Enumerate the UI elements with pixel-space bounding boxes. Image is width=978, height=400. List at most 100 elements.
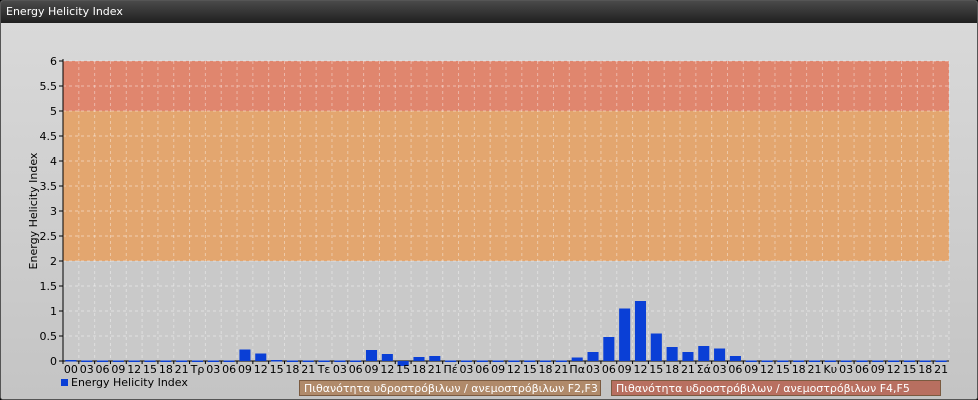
bar <box>571 357 583 361</box>
bar <box>682 352 694 361</box>
bar <box>603 337 615 361</box>
bar <box>872 360 884 362</box>
bar <box>97 360 109 362</box>
bar <box>128 360 140 362</box>
bar <box>176 360 188 362</box>
x-tick-label: 12 <box>254 363 268 376</box>
x-tick-label: 03 <box>586 363 600 376</box>
chart-window: Energy Helicity Index 0 0.5 1 1.5 2 2.5 3 3.5 4 4… <box>0 0 978 400</box>
y-axis-label: Energy Helicity Index <box>27 152 40 269</box>
x-tick-label: 21 <box>554 363 568 376</box>
bar <box>729 356 741 361</box>
bar <box>334 360 346 362</box>
bar <box>698 346 710 361</box>
y-tick-label: 5 <box>50 105 57 118</box>
bar <box>413 357 425 361</box>
x-tick-label: Σά <box>697 363 711 376</box>
x-tick-label: 09 <box>744 363 758 376</box>
bar <box>903 360 915 362</box>
y-tick-label: 0 <box>50 355 57 368</box>
x-tick-label: 09 <box>238 363 252 376</box>
y-tick-label: 1.5 <box>40 280 58 293</box>
x-tick-label: 18 <box>285 363 299 376</box>
x-tick-label: 15 <box>902 363 916 376</box>
x-tick-label: 03 <box>713 363 727 376</box>
x-tick-label: 18 <box>792 363 806 376</box>
legend[interactable]: Energy Helicity Index <box>61 376 188 389</box>
y-tick-label: 1 <box>50 305 57 318</box>
bar <box>112 360 124 362</box>
bar <box>745 360 757 362</box>
bar <box>223 360 235 362</box>
bar <box>619 308 631 361</box>
bar <box>160 360 172 362</box>
bar <box>381 354 393 361</box>
legend-swatch <box>61 379 68 386</box>
x-tick-label: 21 <box>301 363 315 376</box>
bar <box>840 360 852 362</box>
y-tick-label: 6 <box>50 55 57 68</box>
x-tick-label: 15 <box>270 363 284 376</box>
chart-svg: 0 0.5 1 1.5 2 2.5 3 3.5 4 4.5 5 5.5 6 Energy Helicity… <box>27 55 950 376</box>
bar <box>634 301 647 361</box>
x-tick-label: 18 <box>539 363 553 376</box>
x-tick-label: 06 <box>349 363 363 376</box>
bar <box>777 360 789 362</box>
x-tick-label: 21 <box>681 363 695 376</box>
x-tick-label: Τρ <box>190 363 205 376</box>
bar <box>460 360 472 362</box>
bar <box>144 360 156 362</box>
x-tick-label: 21 <box>808 363 822 376</box>
x-tick-label: 12 <box>507 363 521 376</box>
x-tick-label: 12 <box>633 363 647 376</box>
bar <box>207 360 219 362</box>
bar <box>650 333 662 361</box>
band-label-f2f3: Πιθανότητα υδροστρόβιλων / ανεμοστρόβιλω… <box>299 380 601 396</box>
x-tick-label: Κυ <box>824 363 838 376</box>
x-tick-label: Τε <box>317 363 331 376</box>
x-tick-label: 03 <box>839 363 853 376</box>
x-tick-label: 09 <box>111 363 125 376</box>
x-tick-label: 12 <box>760 363 774 376</box>
bar <box>508 360 520 362</box>
x-tick-label: 03 <box>206 363 220 376</box>
x-tick-label: 12 <box>887 363 901 376</box>
band-label-f4f5: Πιθανότητα υδροστρόβιλων / ανεμοστρόβιλω… <box>611 380 941 396</box>
x-tick-label: 12 <box>127 363 141 376</box>
bar <box>935 360 947 362</box>
bar <box>540 360 552 362</box>
bar <box>856 360 868 362</box>
y-tick-label: 3.5 <box>40 180 58 193</box>
bar <box>492 360 504 362</box>
x-tick-label: 12 <box>380 363 394 376</box>
bar <box>239 349 251 361</box>
bar <box>255 353 267 361</box>
x-tick-label: 06 <box>222 363 236 376</box>
bar <box>191 360 204 362</box>
x-tick-label: 18 <box>412 363 426 376</box>
bar <box>555 360 567 362</box>
x-tick-label: 15 <box>776 363 790 376</box>
x-tick-label: 18 <box>665 363 679 376</box>
x-tick-label: 09 <box>618 363 632 376</box>
y-tick-label: 4.5 <box>40 130 58 143</box>
bar <box>350 360 362 362</box>
x-tick-label: Πέ <box>444 363 458 376</box>
x-tick-label: 15 <box>523 363 537 376</box>
bar <box>271 360 283 362</box>
bar <box>919 360 931 362</box>
y-tick-label: 2 <box>50 255 57 268</box>
bar <box>793 360 805 362</box>
x-tick-label: 09 <box>871 363 885 376</box>
bar <box>429 356 441 361</box>
bar <box>587 352 599 361</box>
x-tick-label: 06 <box>602 363 616 376</box>
bar <box>318 360 330 362</box>
x-tick-label: 06 <box>728 363 742 376</box>
y-tick-label: 4 <box>50 155 57 168</box>
bar <box>476 360 488 362</box>
bar <box>302 360 314 362</box>
x-tick-label: 09 <box>491 363 505 376</box>
bar <box>714 348 726 361</box>
x-tick-label: 06 <box>475 363 489 376</box>
